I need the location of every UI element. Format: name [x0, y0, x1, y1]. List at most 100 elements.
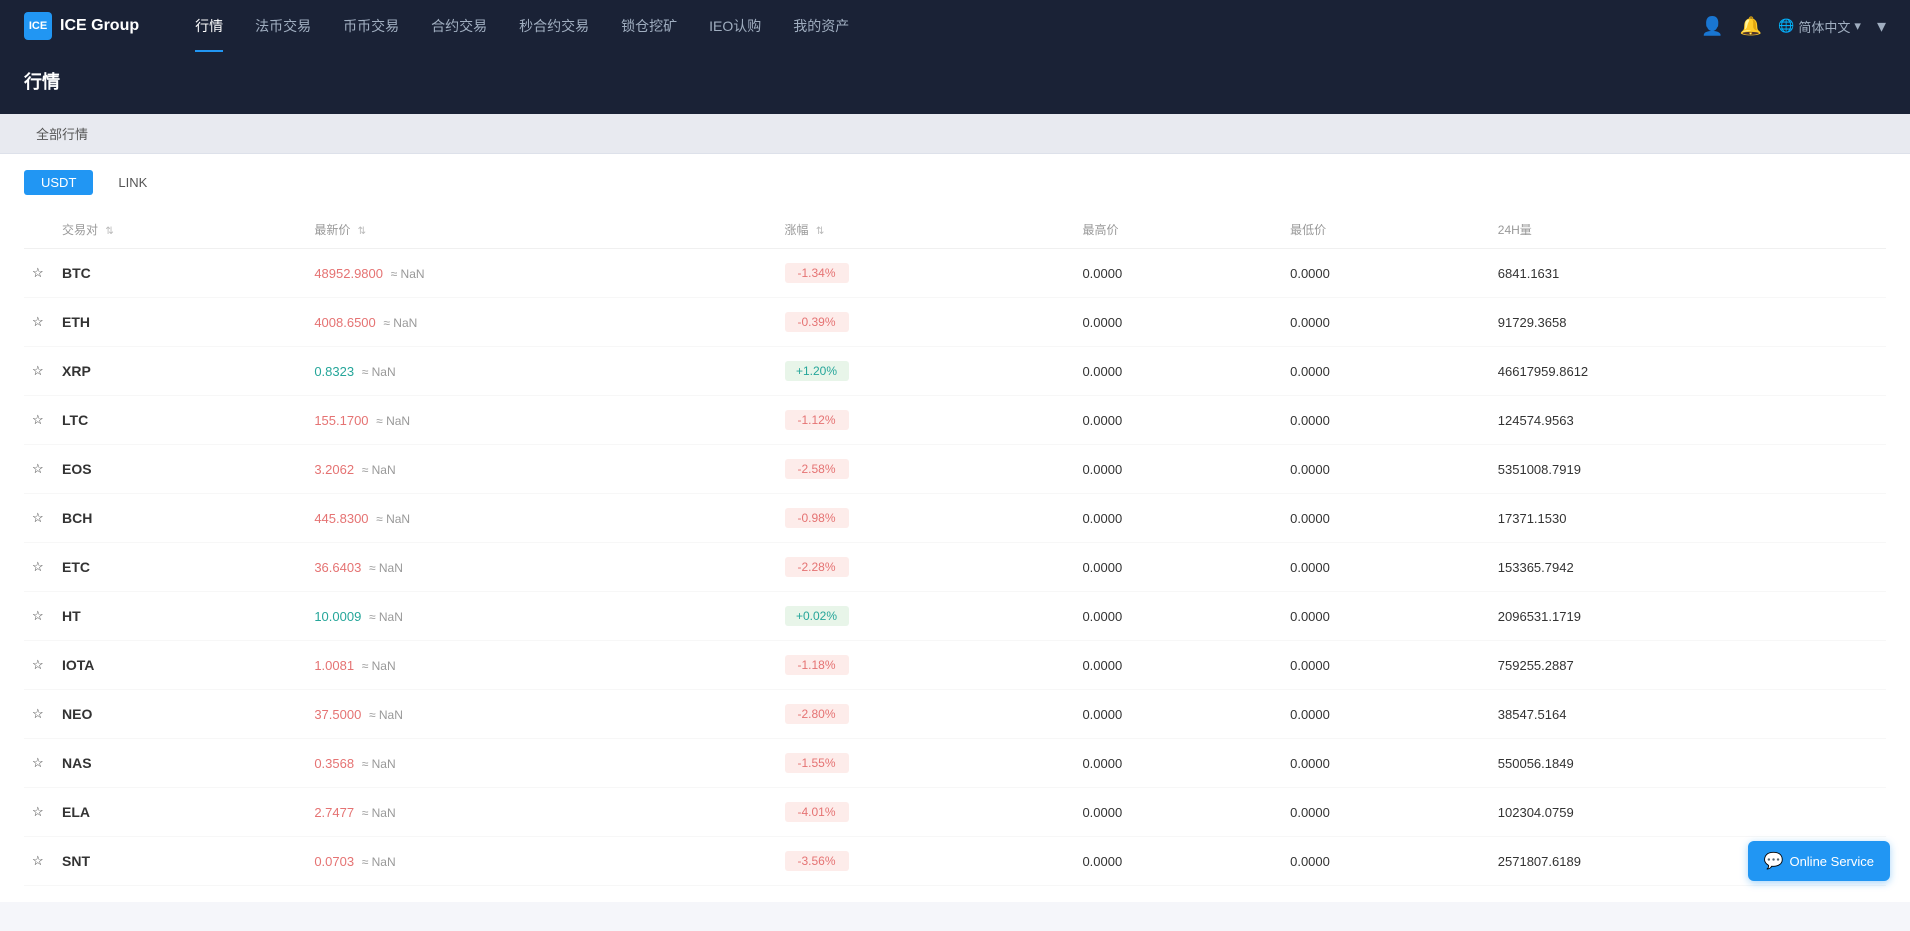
th-change[interactable]: 涨幅 ⇅ — [777, 211, 1075, 249]
star-toggle[interactable]: ☆ — [24, 837, 54, 886]
th-pair[interactable]: 交易对 ⇅ — [54, 211, 306, 249]
vol-cell: 46617959.8612 — [1490, 347, 1886, 396]
nav-logo[interactable]: ICE ICE Group — [24, 12, 139, 40]
table-row[interactable]: ☆ BCH 445.8300 ≈ NaN -0.98% 0.0000 0.000… — [24, 494, 1886, 543]
vol-cell: 2096531.1719 — [1490, 592, 1886, 641]
change-badge: -2.80% — [785, 704, 849, 724]
lang-label: 简体中文 — [1798, 17, 1850, 36]
change-badge: -3.56% — [785, 851, 849, 871]
price-value: 4008.6500 — [314, 315, 375, 330]
star-toggle[interactable]: ☆ — [24, 347, 54, 396]
table-row[interactable]: ☆ IOTA 1.0081 ≈ NaN -1.18% 0.0000 0.0000… — [24, 641, 1886, 690]
nav-item-futures[interactable]: 合约交易 — [415, 0, 503, 52]
price-value: 1.0081 — [314, 658, 354, 673]
table-row[interactable]: ☆ EOS 3.2062 ≈ NaN -2.58% 0.0000 0.0000 … — [24, 445, 1886, 494]
table-row[interactable]: ☆ XRP 0.8323 ≈ NaN +1.20% 0.0000 0.0000 … — [24, 347, 1886, 396]
price-cell: 155.1700 ≈ NaN — [306, 396, 776, 445]
nav-item-fiat[interactable]: 法币交易 — [239, 0, 327, 52]
table-row[interactable]: ☆ BTC 48952.9800 ≈ NaN -1.34% 0.0000 0.0… — [24, 249, 1886, 298]
change-cell: -3.56% — [777, 837, 1075, 886]
filter-tab-usdt[interactable]: USDT — [24, 170, 93, 195]
table-row[interactable]: ☆ NEO 37.5000 ≈ NaN -2.80% 0.0000 0.0000… — [24, 690, 1886, 739]
nav-item-second-futures[interactable]: 秒合约交易 — [503, 0, 605, 52]
table-row[interactable]: ☆ NAS 0.3568 ≈ NaN -1.55% 0.0000 0.0000 … — [24, 739, 1886, 788]
th-price[interactable]: 最新价 ⇅ — [306, 211, 776, 249]
table-row[interactable]: ☆ ETC 36.6403 ≈ NaN -2.28% 0.0000 0.0000… — [24, 543, 1886, 592]
vol-cell: 153365.7942 — [1490, 543, 1886, 592]
table-row[interactable]: ☆ SNT 0.0703 ≈ NaN -3.56% 0.0000 0.0000 … — [24, 837, 1886, 886]
nav-item-coin[interactable]: 币币交易 — [327, 0, 415, 52]
change-badge: +1.20% — [785, 361, 849, 381]
approx-value: ≈ NaN — [376, 512, 410, 526]
low-cell: 0.0000 — [1282, 641, 1490, 690]
coin-name: LTC — [62, 412, 88, 428]
star-toggle[interactable]: ☆ — [24, 396, 54, 445]
filter-tab-link[interactable]: LINK — [101, 170, 164, 195]
coin-name: HT — [62, 608, 81, 624]
approx-value: ≈ NaN — [362, 855, 396, 869]
page-header: 行情 — [0, 52, 1910, 114]
table-row[interactable]: ☆ HT 10.0009 ≈ NaN +0.02% 0.0000 0.0000 … — [24, 592, 1886, 641]
price-cell: 4008.6500 ≈ NaN — [306, 298, 776, 347]
star-toggle[interactable]: ☆ — [24, 445, 54, 494]
change-cell: -4.01% — [777, 788, 1075, 837]
table-header: 交易对 ⇅ 最新价 ⇅ 涨幅 ⇅ 最高价 最低价 24H量 — [24, 211, 1886, 249]
star-toggle[interactable]: ☆ — [24, 298, 54, 347]
high-cell: 0.0000 — [1074, 347, 1282, 396]
coin-name: NEO — [62, 706, 92, 722]
change-cell: +0.02% — [777, 592, 1075, 641]
change-badge: -0.98% — [785, 508, 849, 528]
coin-name: ETH — [62, 314, 90, 330]
table-row[interactable]: ☆ LTC 155.1700 ≈ NaN -1.12% 0.0000 0.000… — [24, 396, 1886, 445]
tabs-bar: 全部行情 — [0, 114, 1910, 154]
nav-item-market[interactable]: 行情 — [179, 0, 239, 52]
coin-name-cell: EOS — [54, 445, 306, 494]
logo-text: ICE Group — [60, 17, 139, 35]
online-service-button[interactable]: 💬 Online Service — [1748, 841, 1890, 881]
low-cell: 0.0000 — [1282, 837, 1490, 886]
star-toggle[interactable]: ☆ — [24, 592, 54, 641]
change-badge: -1.55% — [785, 753, 849, 773]
star-toggle[interactable]: ☆ — [24, 543, 54, 592]
price-cell: 0.8323 ≈ NaN — [306, 347, 776, 396]
star-toggle[interactable]: ☆ — [24, 494, 54, 543]
star-toggle[interactable]: ☆ — [24, 739, 54, 788]
th-low: 最低价 — [1282, 211, 1490, 249]
change-cell: -1.12% — [777, 396, 1075, 445]
price-value: 445.8300 — [314, 511, 368, 526]
sort-icon-pair: ⇅ — [105, 226, 113, 237]
star-toggle[interactable]: ☆ — [24, 690, 54, 739]
nav-item-ieo[interactable]: IEO认购 — [693, 0, 777, 52]
tabs-bar-all[interactable]: 全部行情 — [24, 114, 100, 154]
chevron-down-icon-2[interactable]: ▾ — [1877, 16, 1886, 37]
low-cell: 0.0000 — [1282, 592, 1490, 641]
vol-cell: 6841.1631 — [1490, 249, 1886, 298]
change-badge: -2.58% — [785, 459, 849, 479]
approx-value: ≈ NaN — [362, 463, 396, 477]
table-row[interactable]: ☆ ELA 2.7477 ≈ NaN -4.01% 0.0000 0.0000 … — [24, 788, 1886, 837]
high-cell: 0.0000 — [1074, 543, 1282, 592]
online-service-label: Online Service — [1789, 854, 1874, 869]
star-toggle[interactable]: ☆ — [24, 641, 54, 690]
nav-item-mining[interactable]: 锁仓挖矿 — [605, 0, 693, 52]
change-badge: -4.01% — [785, 802, 849, 822]
star-toggle[interactable]: ☆ — [24, 788, 54, 837]
star-toggle[interactable]: ☆ — [24, 249, 54, 298]
bell-icon[interactable]: 🔔 — [1740, 16, 1762, 37]
nav-item-assets[interactable]: 我的资产 — [777, 0, 865, 52]
price-value: 37.5000 — [314, 707, 361, 722]
vol-cell: 38547.5164 — [1490, 690, 1886, 739]
price-value: 0.0703 — [314, 854, 354, 869]
price-cell: 10.0009 ≈ NaN — [306, 592, 776, 641]
user-icon[interactable]: 👤 — [1701, 16, 1723, 37]
th-high: 最高价 — [1074, 211, 1282, 249]
high-cell: 0.0000 — [1074, 837, 1282, 886]
table-row[interactable]: ☆ ETH 4008.6500 ≈ NaN -0.39% 0.0000 0.00… — [24, 298, 1886, 347]
change-badge: -1.34% — [785, 263, 849, 283]
language-selector[interactable]: 🌐 简体中文 ▾ — [1778, 17, 1861, 36]
coin-name-cell: BTC — [54, 249, 306, 298]
change-cell: -1.18% — [777, 641, 1075, 690]
change-cell: -2.80% — [777, 690, 1075, 739]
high-cell: 0.0000 — [1074, 396, 1282, 445]
coin-name-cell: LTC — [54, 396, 306, 445]
